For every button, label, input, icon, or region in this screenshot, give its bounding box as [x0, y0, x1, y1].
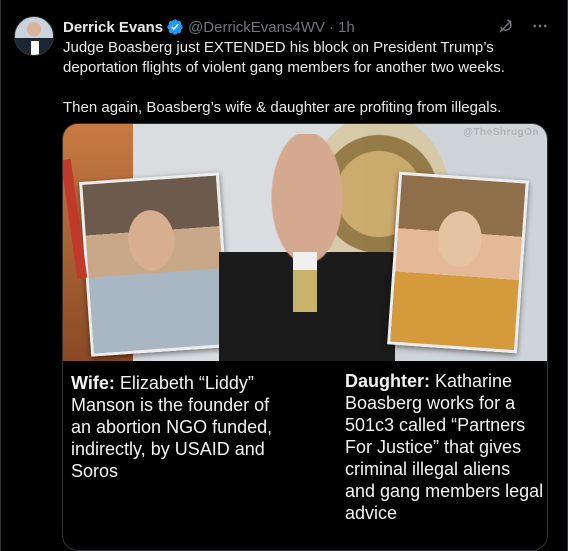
tweet-text: Judge Boasberg just EXTENDED his block o… [63, 38, 557, 118]
wife-caption: Wife: Elizabeth “Liddy” Manson is the fo… [71, 372, 291, 482]
avatar-shirt [31, 41, 39, 55]
tweet-top-actions [496, 16, 550, 36]
tweet-text-line2: Then again, Boasberg’s wife & daughter a… [63, 99, 502, 116]
daughter-caption: Daughter: Katharine Boasberg works for a… [345, 370, 545, 524]
timestamp[interactable]: 1h [338, 19, 355, 36]
image-watermark: @TheShrugOn [463, 127, 539, 138]
author-name[interactable]: Derrick Evans [63, 19, 163, 36]
daughter-caption-label: Daughter: [345, 371, 430, 391]
wife-photo [79, 172, 231, 357]
author-handle[interactable]: @DerrickEvans4WV [188, 19, 325, 36]
verified-badge-icon [166, 18, 184, 36]
daughter-caption-text: Katharine Boasberg works for a 501c3 cal… [345, 371, 544, 523]
daughter-photo [387, 171, 529, 354]
tweet-media-image[interactable]: @TheShrugOn Wife: Elizabeth “Liddy” Mans… [62, 123, 548, 551]
avatar[interactable] [14, 16, 54, 56]
tweet-header: Derrick Evans @DerrickEvans4WV · 1h [63, 17, 355, 37]
wife-caption-label: Wife: [71, 373, 115, 393]
grok-icon[interactable] [496, 16, 516, 36]
more-icon[interactable] [530, 16, 550, 36]
tweet-text-line1: Judge Boasberg just EXTENDED his block o… [63, 39, 505, 76]
judge-photo [219, 134, 395, 361]
separator-dot: · [329, 18, 334, 36]
